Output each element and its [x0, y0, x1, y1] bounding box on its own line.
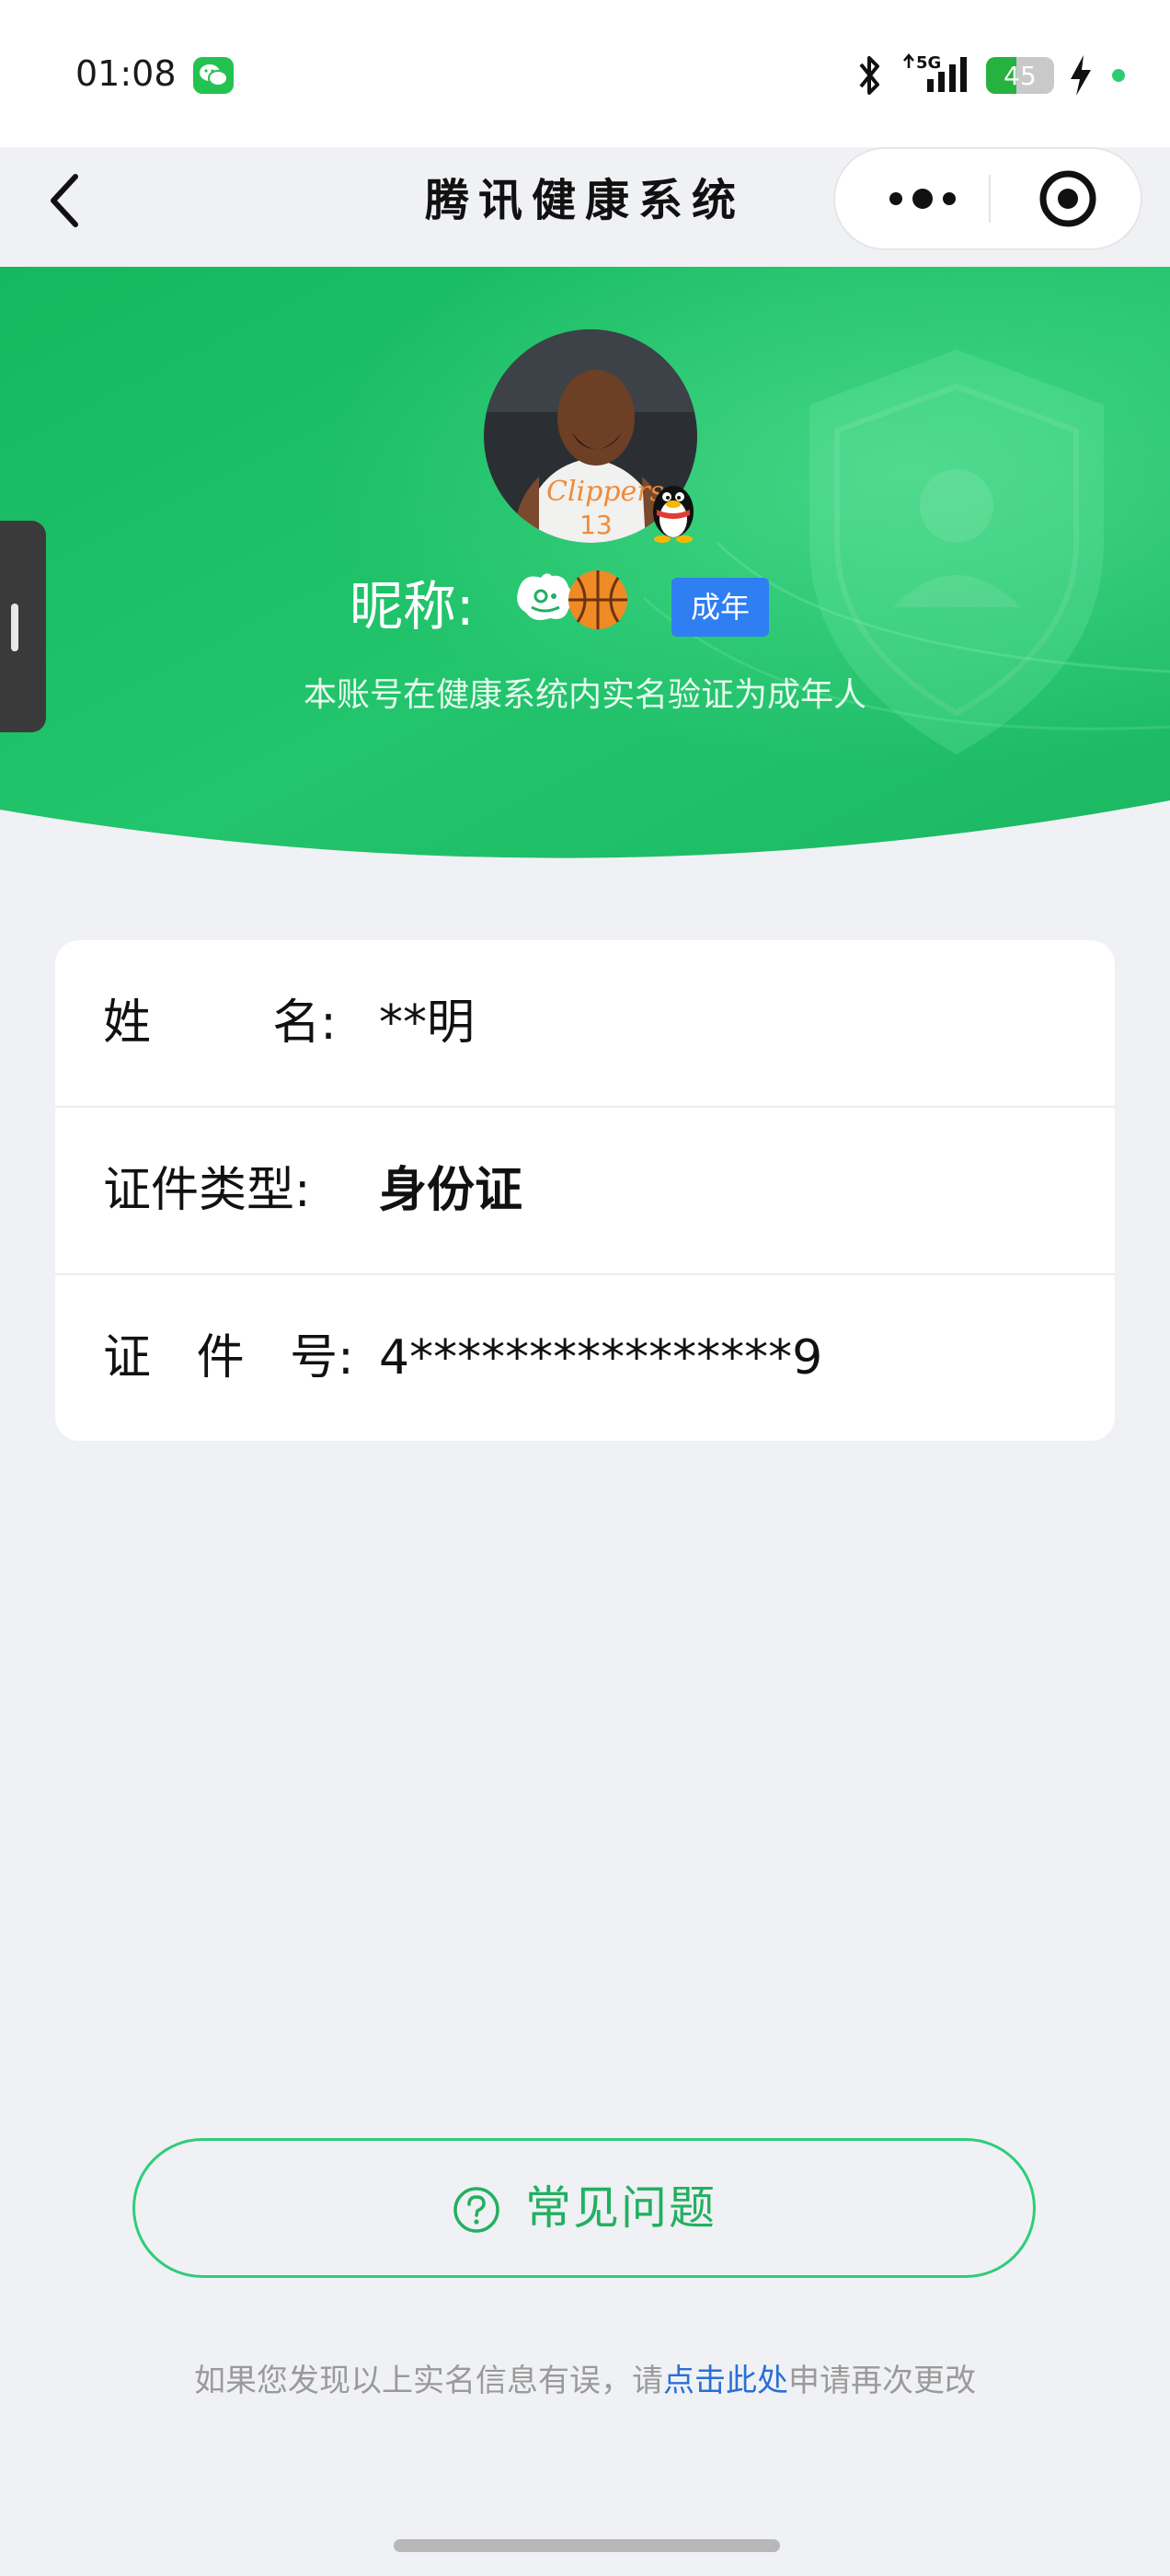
- signal-icon: 5G: [901, 50, 971, 101]
- page-title: 腾讯健康系统: [424, 175, 745, 226]
- click-here-link[interactable]: 点击此处: [663, 2363, 788, 2399]
- battery-level: 45: [1004, 60, 1037, 91]
- home-indicator[interactable]: [394, 2539, 780, 2552]
- faq-button-label: 常见问题: [525, 2181, 717, 2235]
- nickname-emoji: [513, 563, 635, 635]
- correction-note-suffix: 申请再次更改: [788, 2363, 976, 2399]
- status-bar: 01:08 5G 45: [0, 0, 1170, 147]
- battery-icon: 45: [986, 57, 1054, 94]
- help-circle-icon: [453, 2187, 499, 2233]
- more-icon: [889, 189, 956, 209]
- correction-note-prefix: 如果您发现以上实名信息有误，请: [194, 2363, 663, 2399]
- info-row-name: 姓 名: **明: [55, 940, 1115, 1106]
- correction-note: 如果您发现以上实名信息有误，请点击此处申请再次更改: [0, 2355, 1170, 2400]
- mini-program-capsule: [833, 147, 1142, 250]
- id-type-label: 证件类型:: [103, 1163, 311, 1218]
- nickname-label: 昵称:: [350, 575, 475, 638]
- capsule-divider: [989, 175, 991, 223]
- target-icon: [1039, 170, 1096, 227]
- basketball-icon: [568, 570, 627, 629]
- svg-text:13: 13: [579, 510, 613, 540]
- wechat-icon: [193, 57, 234, 94]
- status-time: 01:08: [75, 53, 177, 94]
- id-type-value: 身份证: [379, 1163, 523, 1218]
- bluetooth-icon: [855, 52, 883, 103]
- back-arrow-icon: [51, 174, 78, 227]
- info-row-id-number: 证 件 号: 4****************9: [55, 1273, 1115, 1441]
- close-miniprogram-button[interactable]: [1017, 149, 1118, 248]
- real-name-info-card: 姓 名: **明 证件类型: 身份证 证 件 号: 4*************…: [55, 940, 1115, 1441]
- qq-penguin-icon: [646, 471, 701, 545]
- id-number-value: 4****************9: [379, 1330, 823, 1386]
- age-status-badge: 成年: [671, 578, 769, 637]
- faq-button[interactable]: 常见问题: [132, 2138, 1036, 2278]
- name-label: 姓 名:: [103, 995, 337, 1051]
- cloud-face-icon: [517, 573, 574, 620]
- verification-note: 本账号在健康系统内实名验证为成年人: [303, 676, 866, 714]
- privacy-dot: [1112, 69, 1125, 82]
- more-button[interactable]: [872, 149, 973, 248]
- network-label: 5G: [916, 53, 941, 73]
- name-value: **明: [379, 995, 476, 1051]
- info-row-id-type: 证件类型: 身份证: [55, 1106, 1115, 1273]
- id-number-label: 证 件 号:: [103, 1330, 354, 1386]
- back-button[interactable]: [40, 166, 96, 236]
- charging-icon: [1067, 52, 1095, 103]
